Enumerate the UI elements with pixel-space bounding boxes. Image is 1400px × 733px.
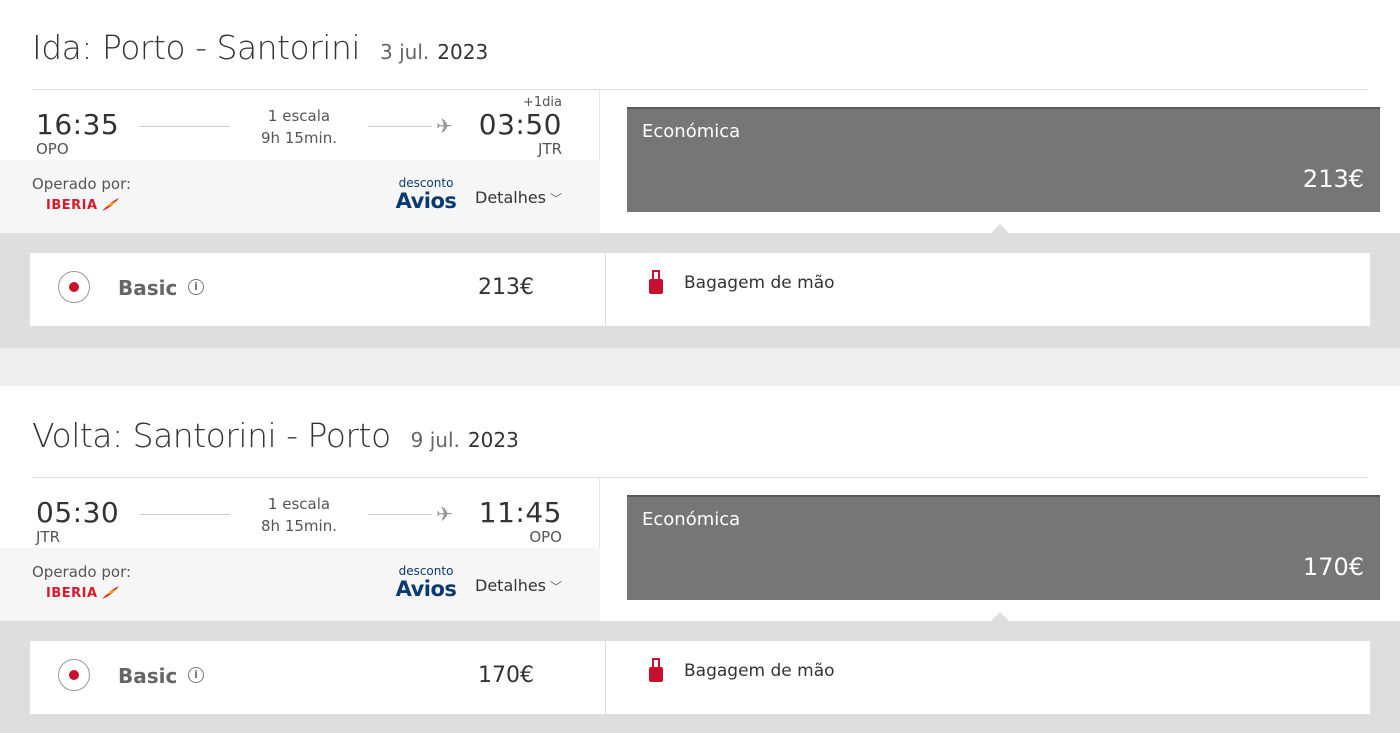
avios-text: Avios — [395, 577, 457, 601]
fare-features: Bagagem de mão — [606, 641, 1370, 714]
flight-date: 3 jul. — [380, 40, 430, 64]
route-title: Ida: Porto - Santorini — [32, 28, 361, 67]
stops-count: 1 escala — [267, 495, 331, 513]
route-line — [140, 514, 230, 515]
fare-radio[interactable] — [58, 659, 90, 691]
stops-count: 1 escala — [267, 107, 331, 125]
panel-notch — [990, 224, 1010, 234]
departure-code: OPO — [36, 140, 69, 158]
iberia-logo: IBERIA — [46, 585, 120, 601]
details-toggle[interactable]: Detalhes ﹀ — [475, 576, 562, 595]
chevron-down-icon: ﹀ — [550, 580, 563, 594]
radio-selected-dot — [69, 670, 79, 680]
section-divider — [0, 348, 1400, 386]
flight-times: 05:30 JTR 1 escala 8h 15min. ✈ 11:45 OPO — [0, 478, 570, 548]
panel-notch — [990, 612, 1010, 622]
operated-by-label: Operado por: — [32, 175, 132, 193]
details-toggle[interactable]: Detalhes ﹀ — [475, 188, 562, 207]
flight-duration: 8h 15min. — [261, 517, 337, 535]
chevron-down-icon: ﹀ — [550, 192, 563, 206]
route-title: Volta: Santorini - Porto — [32, 416, 391, 455]
details-label: Detalhes — [475, 188, 547, 207]
arrival-time: 03:50 — [478, 108, 562, 141]
info-icon[interactable]: i — [188, 667, 204, 683]
arrival-code: JTR — [537, 140, 562, 158]
airline-name: IBERIA — [46, 585, 98, 601]
route-line — [140, 126, 230, 127]
return-section: Volta: Santorini - Porto 9 jul. 2023 05:… — [0, 388, 1400, 733]
fare-price: 213€ — [478, 275, 534, 300]
stops-info: 1 escala 9h 15min. — [230, 105, 368, 149]
avios-discount-logo: desconto Avios — [395, 177, 457, 213]
return-title: Volta: Santorini - Porto 9 jul. 2023 — [32, 416, 519, 455]
baggage-label: Bagagem de mão — [684, 661, 835, 681]
airline-name: IBERIA — [46, 197, 98, 213]
stops-info: 1 escala 8h 15min. — [230, 493, 368, 537]
route-line — [368, 514, 432, 515]
flight-date: 9 jul. — [410, 428, 460, 452]
economy-cabin-button[interactable]: Económica 213€ — [627, 107, 1380, 212]
arrival-code: OPO — [529, 528, 562, 546]
fare-name: Basic — [118, 664, 178, 688]
cabin-price: 213€ — [1302, 165, 1364, 193]
iberia-wing-icon — [101, 586, 119, 599]
economy-cabin-button[interactable]: Económica 170€ — [627, 495, 1380, 600]
flight-year: 2023 — [437, 40, 489, 64]
arrival-time: 11:45 — [478, 496, 562, 529]
flight-year: 2023 — [467, 428, 519, 452]
departure-time: 16:35 — [36, 108, 120, 141]
details-label: Detalhes — [475, 576, 547, 595]
suitcase-icon — [649, 658, 663, 682]
departure-time: 05:30 — [36, 496, 120, 529]
baggage-label: Bagagem de mão — [684, 273, 835, 293]
avios-text: Avios — [395, 189, 457, 213]
fare-features: Bagagem de mão — [606, 253, 1370, 326]
plane-icon: ✈ — [436, 502, 453, 526]
departure-code: JTR — [36, 528, 61, 546]
fare-name: Basic — [118, 276, 178, 300]
fare-option-basic[interactable]: Basic i 170€ — [30, 641, 605, 714]
plane-icon: ✈ — [436, 114, 453, 138]
cabin-price: 170€ — [1302, 553, 1364, 581]
fare-price: 170€ — [478, 663, 534, 688]
outbound-title: Ida: Porto - Santorini 3 jul. 2023 — [32, 28, 488, 67]
flight-duration: 9h 15min. — [261, 129, 337, 147]
operator-bar: Operado por: IBERIA desconto Avios Detal… — [0, 160, 600, 233]
cabin-label: Económica — [642, 121, 741, 142]
radio-selected-dot — [69, 282, 79, 292]
fare-option-basic[interactable]: Basic i 213€ — [30, 253, 605, 326]
operator-bar: Operado por: IBERIA desconto Avios Detal… — [0, 548, 600, 621]
route-line — [368, 126, 432, 127]
iberia-wing-icon — [101, 198, 119, 211]
flight-card: 16:35 OPO 1 escala 9h 15min. ✈ +1dia 03:… — [0, 90, 600, 233]
outbound-section: Ida: Porto - Santorini 3 jul. 2023 16:35… — [0, 0, 1400, 348]
fare-radio[interactable] — [58, 271, 90, 303]
suitcase-icon — [649, 270, 663, 294]
flight-times: 16:35 OPO 1 escala 9h 15min. ✈ +1dia 03:… — [0, 90, 570, 160]
operated-by-label: Operado por: — [32, 563, 132, 581]
cabin-label: Económica — [642, 509, 741, 530]
flight-card: 05:30 JTR 1 escala 8h 15min. ✈ 11:45 OPO… — [0, 478, 600, 621]
avios-discount-logo: desconto Avios — [395, 565, 457, 601]
iberia-logo: IBERIA — [46, 197, 120, 213]
info-icon[interactable]: i — [188, 279, 204, 295]
